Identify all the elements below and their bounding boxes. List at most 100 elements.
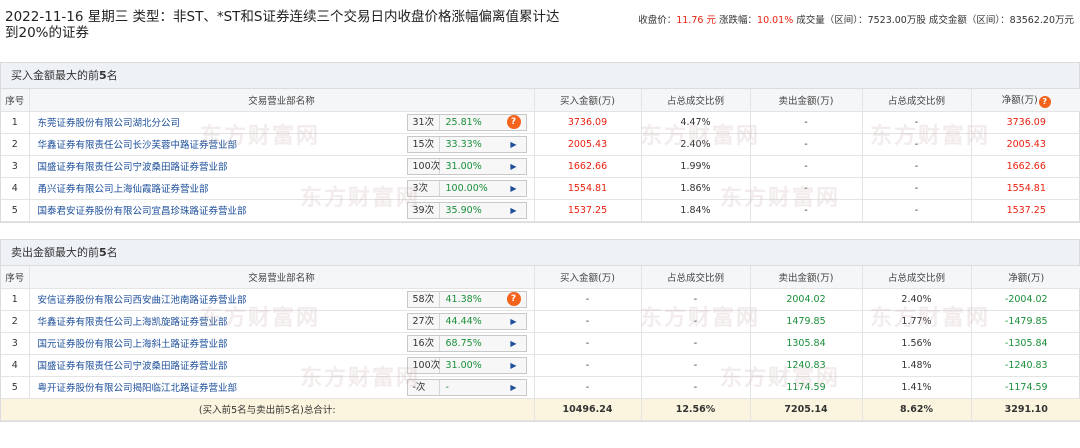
broker-name-link[interactable]: 安信证券股份有限公司西安曲江池南路证券营业部: [38, 292, 247, 306]
stats-chip[interactable]: 100次 31.00% ▶: [406, 356, 527, 374]
triangle-icon[interactable]: ▶: [510, 317, 516, 326]
sell-ratio: 1.41%: [862, 376, 972, 399]
stats-chip[interactable]: 39次 35.90% ▶: [406, 201, 527, 219]
success-rate: 31.00%: [445, 359, 482, 371]
net-amount: 1554.81: [971, 177, 1080, 200]
sell-top5-panel: 卖出金额最大的前5名 序号 交易营业部名称 买入金额(万) 占总成交比例 卖出金…: [0, 239, 1080, 422]
sell-amount: -: [750, 111, 863, 134]
net-amount: 2005.43: [971, 133, 1080, 156]
total-net: 3291.10: [971, 398, 1080, 421]
table-row: 4 国盛证券有限责任公司宁波桑田路证券营业部 100次 31.00% ▶ - -1240.8…: [1, 354, 1080, 377]
stats-chip[interactable]: 31次 25.81%?: [406, 113, 527, 131]
success-rate: 25.81%: [445, 116, 482, 128]
change-label: 涨跌幅：: [719, 15, 758, 26]
net-amount: -1305.84: [971, 332, 1080, 355]
stats-chip[interactable]: 16次 68.75% ▶: [406, 334, 527, 352]
sell-ratio: 1.77%: [862, 310, 972, 333]
broker-name-link[interactable]: 国盛证券有限责任公司宁波桑田路证券营业部: [38, 159, 228, 173]
col-sell[interactable]: 卖出金额(万): [750, 266, 863, 289]
sell-ratio: 2.40%: [862, 288, 972, 311]
table-row: 1 安信证券股份有限公司西安曲江池南路证券营业部 58次 41.38%? - -2004.…: [1, 288, 1080, 311]
col-net[interactable]: 净额(万): [971, 266, 1080, 289]
sell-ratio: -: [862, 199, 972, 222]
col-name: 交易营业部名称: [29, 89, 535, 112]
stats-chip[interactable]: -次 - ▶: [406, 378, 527, 396]
broker-name-link[interactable]: 国盛证券有限责任公司宁波桑田路证券营业部: [38, 358, 228, 372]
broker-name-link[interactable]: 国元证券股份有限公司上海斜土路证券营业部: [38, 336, 228, 350]
net-amount: -1479.85: [971, 310, 1080, 333]
table-row: 3 国盛证券有限责任公司宁波桑田路证券营业部 100次 31.00% ▶ 1662.66 1…: [1, 155, 1080, 178]
col-net[interactable]: 净额(万)?: [971, 89, 1080, 112]
broker-name-link[interactable]: 华鑫证券有限责任公司长沙芙蓉中路证券营业部: [38, 137, 238, 151]
sell-ratio: 1.56%: [862, 332, 972, 355]
page-title: 2022-11-16 星期三 类型：非ST、*ST和S证券连续三个交易日内收盘价…: [5, 9, 560, 41]
triangle-icon[interactable]: ▶: [510, 184, 516, 193]
triangle-icon[interactable]: ▶: [510, 140, 516, 149]
sell-amount: 1305.84: [750, 332, 863, 355]
listing-count: 58次: [408, 291, 440, 307]
table-row: 2 华鑫证券有限责任公司上海凯旋路证券营业部 27次 44.44% ▶ - -1479.85…: [1, 310, 1080, 333]
table-row: 3 国元证券股份有限公司上海斜土路证券营业部 16次 68.75% ▶ - -1305.84…: [1, 332, 1080, 355]
row-index: 5: [1, 376, 30, 399]
sell-amount: -: [750, 133, 863, 156]
change-value: 10.01%: [757, 15, 794, 26]
close-label: 收盘价：: [638, 15, 677, 26]
triangle-icon[interactable]: ▶: [510, 383, 516, 392]
buy-ratio: -: [641, 354, 751, 377]
stats-chip[interactable]: 27次 44.44% ▶: [406, 312, 527, 330]
stats-chip[interactable]: 15次 33.33% ▶: [406, 135, 527, 153]
listing-count: 3次: [408, 180, 440, 196]
broker-name-link[interactable]: 国泰君安证券股份有限公司宜昌珍珠路证券营业部: [38, 203, 247, 217]
col-buy-ratio: 占总成交比例: [641, 266, 751, 289]
table-row: 1 东莞证券股份有限公司湖北分公司 31次 25.81%? 3736.09 4.47% - -…: [1, 111, 1080, 134]
sell-section-title: 卖出金额最大的前5名: [1, 240, 1079, 266]
broker-name-link[interactable]: 甬兴证券有限公司上海仙霞路证券营业部: [38, 181, 209, 195]
col-buy[interactable]: 买入金额(万): [534, 89, 642, 112]
buy-amount: -: [534, 288, 642, 311]
col-buy-ratio: 占总成交比例: [641, 89, 751, 112]
triangle-icon[interactable]: ▶: [510, 206, 516, 215]
net-amount: 1537.25: [971, 199, 1080, 222]
col-idx: 序号: [1, 266, 30, 289]
stats-chip[interactable]: 58次 41.38%?: [406, 290, 527, 308]
buy-amount: -: [534, 310, 642, 333]
sell-ratio: 1.48%: [862, 354, 972, 377]
amount-label: 成交金额（区间）：: [928, 15, 1010, 26]
sell-ratio: -: [862, 111, 972, 134]
table-row: 4 甬兴证券有限公司上海仙霞路证券营业部 3次 100.00% ▶ 1554.81 1.86…: [1, 177, 1080, 200]
sell-ratio: -: [862, 155, 972, 178]
sell-table-header: 序号 交易营业部名称 买入金额(万) 占总成交比例 卖出金额(万) 占总成交比例…: [1, 266, 1080, 289]
warning-icon[interactable]: ?: [506, 292, 521, 306]
triangle-icon[interactable]: ▶: [510, 339, 516, 348]
col-idx: 序号: [1, 89, 30, 112]
triangle-icon[interactable]: ▶: [510, 162, 516, 171]
row-index: 4: [1, 177, 30, 200]
broker-name-link[interactable]: 粤开证券股份有限公司揭阳临江北路证券营业部: [38, 380, 238, 394]
listing-count: 100次: [408, 158, 440, 174]
listing-count: 27次: [408, 313, 440, 329]
sell-amount: 1240.83: [750, 354, 863, 377]
row-index: 5: [1, 199, 30, 222]
broker-name-link[interactable]: 华鑫证券有限责任公司上海凯旋路证券营业部: [38, 314, 228, 328]
total-row: (买入前5名与卖出前5名)总合计: 10496.24 12.56% 7205.1…: [1, 398, 1080, 421]
volume-value: 7523.00万股: [867, 15, 926, 26]
success-rate: 100.00%: [445, 182, 488, 194]
triangle-icon[interactable]: ▶: [510, 361, 516, 370]
sell-ratio: -: [862, 133, 972, 156]
stats-chip[interactable]: 100次 31.00% ▶: [406, 157, 527, 175]
price-summary: 收盘价：11.76 元 涨跌幅：10.01% 成交量（区间）：7523.00万股…: [638, 12, 1074, 26]
stats-chip[interactable]: 3次 100.00% ▶: [406, 179, 527, 197]
table-row: 5 国泰君安证券股份有限公司宜昌珍珠路证券营业部 39次 35.90% ▶ 1537.25…: [1, 199, 1080, 222]
col-sell-ratio: 占总成交比例: [862, 89, 972, 112]
success-rate: 35.90%: [445, 204, 482, 216]
warning-icon[interactable]: ?: [506, 115, 521, 129]
volume-label: 成交量（区间）：: [796, 15, 868, 26]
warning-icon[interactable]: ?: [1038, 95, 1051, 108]
col-buy[interactable]: 买入金额(万): [534, 266, 642, 289]
row-index: 2: [1, 310, 30, 333]
buy-amount: 3736.09: [534, 111, 642, 134]
broker-name-link[interactable]: 东莞证券股份有限公司湖北分公司: [38, 115, 181, 129]
col-sell[interactable]: 卖出金额(万): [750, 89, 863, 112]
col-name: 交易营业部名称: [29, 266, 535, 289]
success-rate: 44.44%: [445, 315, 482, 327]
